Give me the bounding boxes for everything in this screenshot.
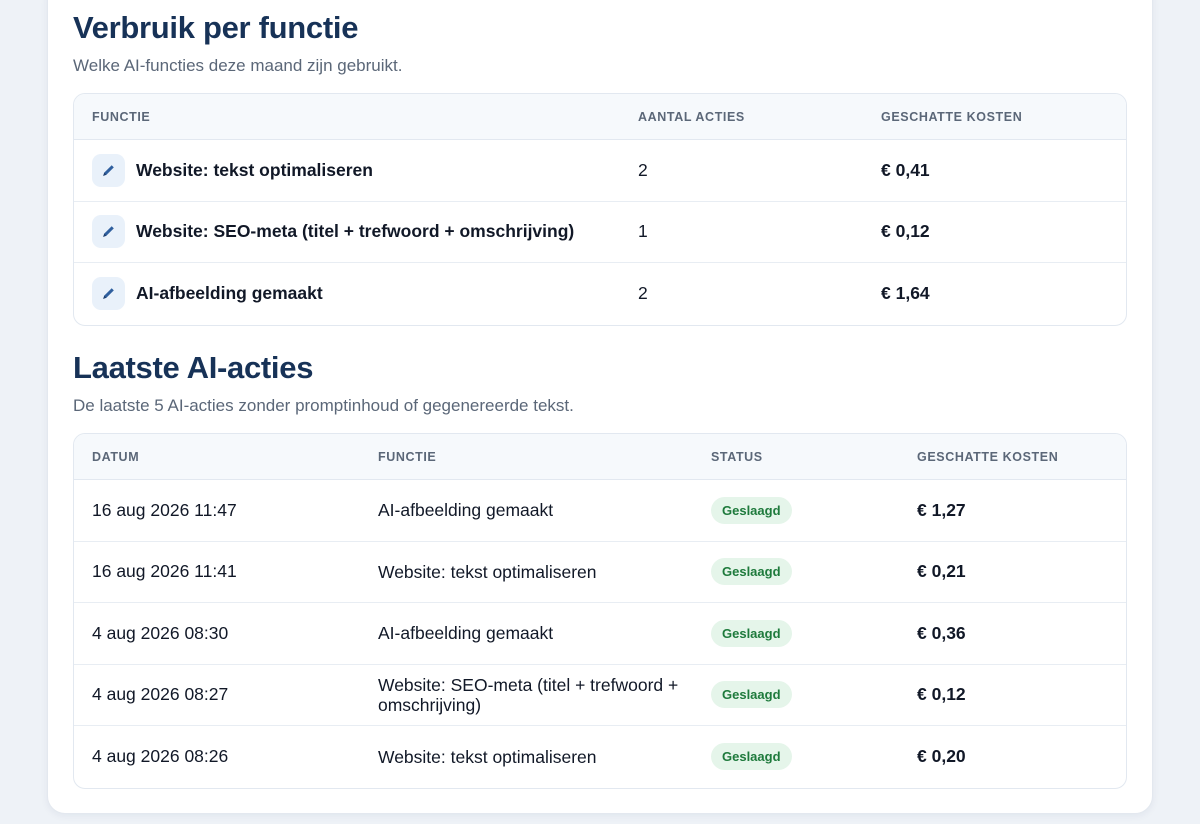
function-cell: Website: tekst optimaliseren	[92, 140, 612, 201]
column-header-cost: GESCHATTE KOSTEN	[917, 450, 1059, 464]
date-cell: 4 aug 2026 08:27	[92, 684, 229, 705]
function-label: Website: SEO-meta (titel + trefwoord + o…	[378, 674, 679, 715]
estimated-cost: € 0,12	[881, 221, 930, 242]
usage-table-header: FUNCTIE AANTAL ACTIES GESCHATTE KOSTEN	[74, 94, 1126, 140]
estimated-cost: € 0,41	[881, 159, 930, 180]
estimated-cost: € 0,12	[917, 684, 966, 705]
estimated-cost: € 1,27	[917, 499, 966, 520]
status-cell: Geslaagd	[711, 726, 792, 788]
function-label: Website: tekst optimaliseren	[136, 159, 373, 180]
pencil-icon	[92, 277, 125, 311]
usage-section-title: Verbruik per functie	[73, 10, 359, 45]
column-header-count: AANTAL ACTIES	[638, 110, 745, 124]
function-label: Website: SEO-meta (titel + trefwoord + o…	[136, 221, 575, 242]
status-cell: Geslaagd	[711, 603, 792, 664]
usage-table: FUNCTIE AANTAL ACTIES GESCHATTE KOSTEN W…	[73, 93, 1127, 326]
estimated-cost: € 0,20	[917, 746, 966, 767]
status-badge: Geslaagd	[711, 681, 792, 709]
table-row: Website: SEO-meta (titel + trefwoord + o…	[74, 202, 1126, 263]
table-row: Website: tekst optimaliseren 2 € 0,41	[74, 140, 1126, 202]
column-header-date: DATUM	[92, 450, 140, 464]
status-badge: Geslaagd	[711, 743, 792, 771]
recent-table-header: DATUM FUNCTIE STATUS GESCHATTE KOSTEN	[74, 434, 1126, 480]
function-cell: Website: SEO-meta (titel + trefwoord + o…	[378, 665, 688, 726]
column-header-function: FUNCTIE	[92, 110, 151, 124]
function-cell: AI-afbeelding gemaakt	[378, 480, 688, 541]
column-header-status: STATUS	[711, 450, 763, 464]
function-cell: AI-afbeelding gemaakt	[378, 603, 688, 664]
estimated-cost: € 0,36	[917, 622, 966, 643]
table-row: 4 aug 2026 08:30 AI-afbeelding gemaakt Ges…	[74, 603, 1126, 665]
status-badge: Geslaagd	[711, 496, 792, 524]
estimated-cost: € 0,21	[917, 561, 966, 582]
table-row: 4 aug 2026 08:26 Website: tekst optimalis…	[74, 726, 1126, 788]
function-cell: Website: tekst optimaliseren	[378, 542, 688, 603]
recent-actions-table: DATUM FUNCTIE STATUS GESCHATTE KOSTEN 16…	[73, 433, 1127, 789]
status-badge: Geslaagd	[711, 619, 792, 647]
table-row: AI-afbeelding gemaakt 2 € 1,64	[74, 263, 1126, 325]
table-row: 4 aug 2026 08:27 Website: SEO-meta (titel…	[74, 665, 1126, 726]
pencil-icon	[92, 153, 125, 187]
action-count: 1	[638, 221, 648, 242]
status-cell: Geslaagd	[711, 480, 792, 541]
function-cell: Website: SEO-meta (titel + trefwoord + o…	[92, 202, 612, 263]
function-cell: Website: tekst optimaliseren	[378, 726, 688, 788]
function-label: AI-afbeelding gemaakt	[378, 500, 554, 521]
function-label: AI-afbeelding gemaakt	[378, 623, 554, 644]
column-header-function: FUNCTIE	[378, 450, 437, 464]
status-cell: Geslaagd	[711, 665, 792, 726]
table-row: 16 aug 2026 11:47 AI-afbeelding gemaakt Ge…	[74, 480, 1126, 542]
status-cell: Geslaagd	[711, 542, 792, 603]
usage-section-subtitle: Welke AI-functies deze maand zijn gebrui…	[73, 56, 403, 75]
action-count: 2	[638, 283, 648, 304]
status-badge: Geslaagd	[711, 558, 792, 586]
date-cell: 16 aug 2026 11:47	[92, 499, 237, 520]
function-label: Website: tekst optimaliseren	[378, 746, 597, 767]
estimated-cost: € 1,64	[881, 283, 930, 304]
pencil-icon	[92, 215, 125, 249]
recent-section-subtitle: De laatste 5 AI-acties zonder promptinho…	[73, 396, 574, 415]
function-label: AI-afbeelding gemaakt	[136, 283, 323, 304]
function-label: Website: tekst optimaliseren	[378, 561, 597, 582]
date-cell: 16 aug 2026 11:41	[92, 561, 237, 582]
table-row: 16 aug 2026 11:41 Website: tekst optimali…	[74, 542, 1126, 603]
column-header-cost: GESCHATTE KOSTEN	[881, 110, 1023, 124]
action-count: 2	[638, 159, 648, 180]
recent-section-title: Laatste AI-acties	[73, 350, 314, 385]
function-cell: AI-afbeelding gemaakt	[92, 263, 612, 325]
date-cell: 4 aug 2026 08:30	[92, 622, 229, 643]
date-cell: 4 aug 2026 08:26	[92, 746, 229, 767]
